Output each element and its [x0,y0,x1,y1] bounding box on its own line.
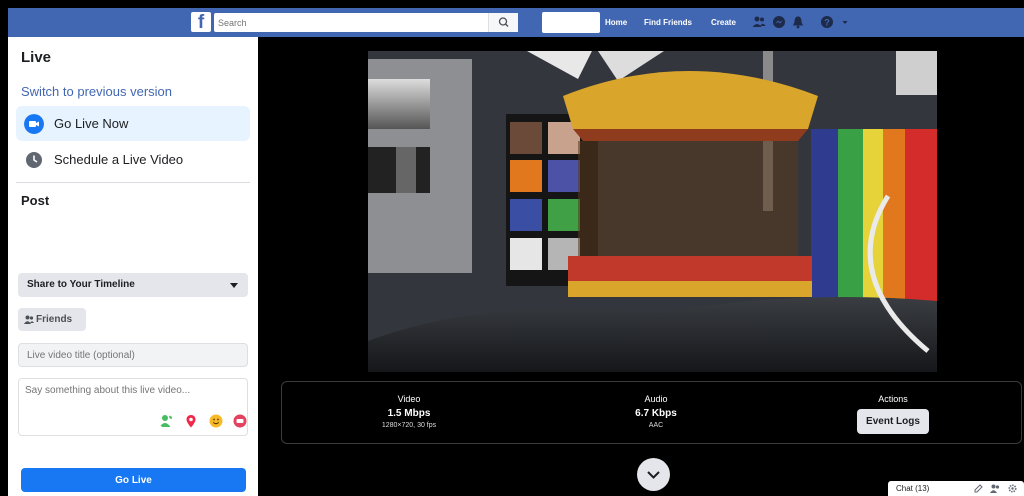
audio-bitrate: 6.7 Kbps [635,408,677,419]
video-stat: Video 1.5 Mbps 1280×720, 30 fps [339,394,479,429]
friends-icon[interactable] [990,484,1000,493]
option-go-live-now[interactable]: Go Live Now [16,106,250,141]
section-divider [16,182,250,183]
panel-title: Live [21,49,52,66]
stream-stats-panel: Video 1.5 Mbps 1280×720, 30 fps Audio 6.… [281,381,1022,444]
video-resolution: 1280×720, 30 fps [381,422,437,429]
option-schedule-live-video[interactable]: Schedule a Live Video [16,142,250,177]
actions-label: Actions [878,394,908,404]
video-bitrate: 1.5 Mbps [387,408,431,419]
live-setup-panel: Live Switch to previous version Go Live … [8,37,258,496]
search-button[interactable] [488,13,518,32]
nav-find-friends[interactable]: Find Friends [644,18,692,27]
sticker-icon[interactable] [233,414,247,428]
live-video-preview [368,51,937,372]
location-icon[interactable] [184,414,198,428]
nav-create[interactable]: Create [711,18,736,27]
search-box [214,13,518,32]
compose-icon[interactable] [974,484,983,493]
svg-text:?: ? [824,18,830,28]
friends-icon[interactable] [752,15,766,29]
description-input[interactable] [25,385,241,407]
chat-bar[interactable]: Chat (13) [888,481,1024,496]
description-box [18,378,248,436]
profile-link[interactable] [542,12,600,33]
video-stat-label: Video [397,394,421,404]
audio-codec: AAC [648,422,664,429]
chat-label: Chat (13) [896,484,930,493]
share-destination-label: Share to Your Timeline [27,279,135,290]
bell-icon[interactable] [791,15,805,29]
video-frame-image [368,51,937,372]
audience-selector-button[interactable]: Friends [18,308,86,331]
search-input[interactable] [218,15,488,30]
switch-to-previous-version-link[interactable]: Switch to previous version [21,84,172,99]
nav-home[interactable]: Home [605,18,627,27]
feeling-icon[interactable] [209,414,223,428]
share-destination-dropdown[interactable]: Share to Your Timeline [18,273,248,297]
tag-friends-icon[interactable] [159,414,173,428]
facebook-logo[interactable]: f [191,12,211,32]
search-icon [498,17,509,27]
help-icon[interactable]: ? [820,15,834,29]
go-live-button[interactable]: Go Live [21,468,246,492]
option-label: Go Live Now [54,116,129,131]
audio-stat: Audio 6.7 Kbps AAC [586,394,726,429]
settings-icon[interactable] [1008,484,1017,493]
live-icon [24,114,44,134]
event-logs-button[interactable]: Event Logs [857,409,929,434]
option-label: Schedule a Live Video [54,152,184,167]
top-navigation-bar: f Home Find Friends Create ? [8,8,1024,37]
friends-icon [24,315,34,324]
audience-label: Friends [36,314,73,325]
clock-icon [26,152,42,168]
post-section-title: Post [21,193,50,208]
chevron-down-icon [647,471,660,479]
audio-stat-label: Audio [644,394,668,404]
live-video-title-input[interactable] [18,343,248,367]
actions-stat: Actions [823,394,963,404]
messenger-icon[interactable] [772,15,786,29]
expand-button[interactable] [637,458,670,491]
caret-down-icon [230,283,238,288]
chevron-down-icon[interactable] [838,15,852,29]
